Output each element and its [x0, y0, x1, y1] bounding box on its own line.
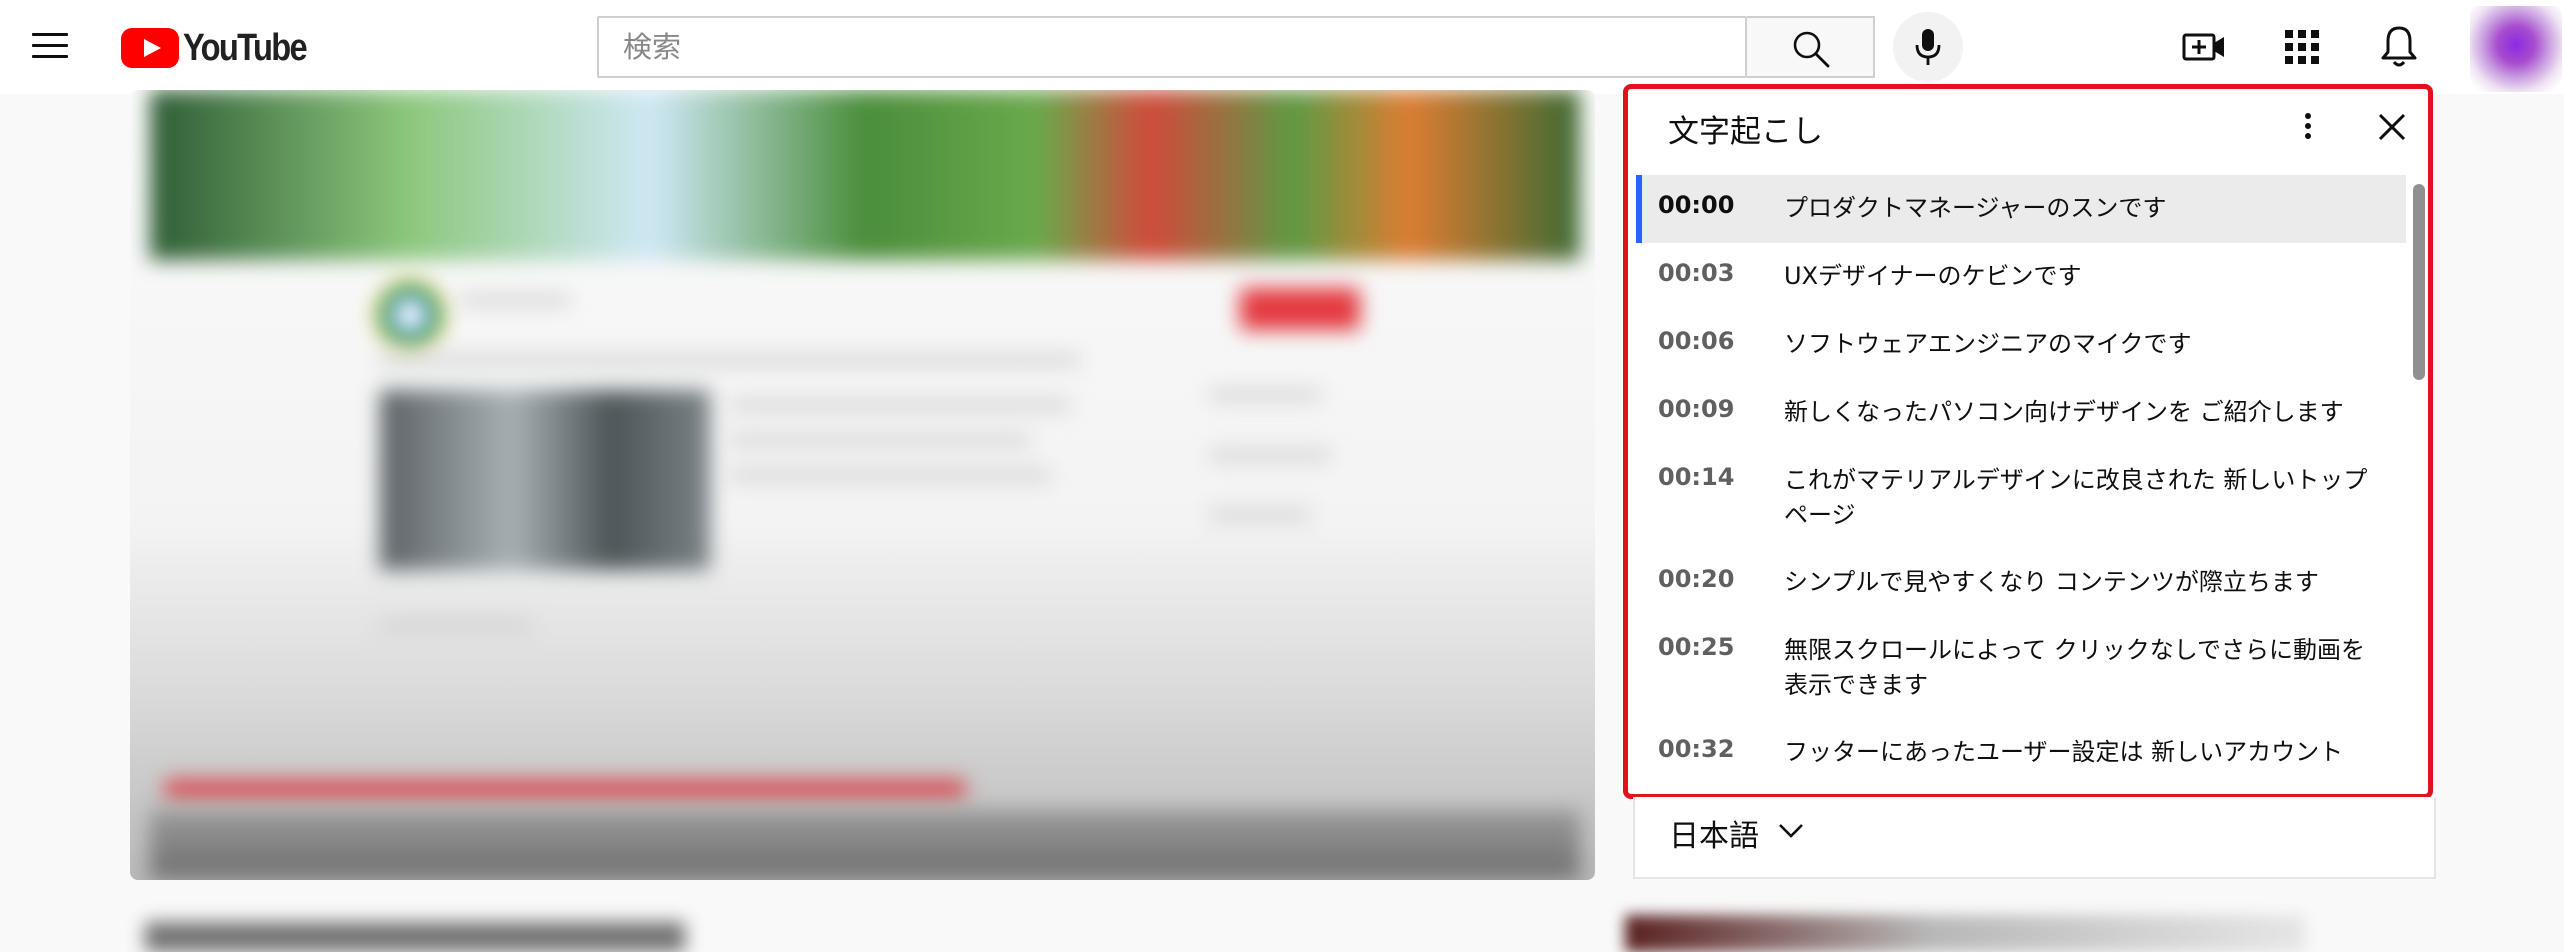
segment-timestamp: 00:25: [1658, 633, 1735, 661]
bell-icon: [2381, 26, 2417, 67]
search-input[interactable]: [599, 18, 1749, 76]
blurred-recommendation: [1625, 915, 2305, 952]
apps-button[interactable]: [2277, 22, 2327, 72]
segment-timestamp: 00:32: [1658, 735, 1735, 763]
video-add-icon: [2182, 33, 2224, 61]
segment-text: シンプルで見やすくなり コンテンツが際立ちます: [1784, 568, 2319, 596]
logo-text: YouTube: [183, 26, 308, 69]
notifications-button[interactable]: [2374, 22, 2424, 72]
segment-timestamp: 00:03: [1658, 259, 1735, 287]
transcript-scrollbar[interactable]: [2413, 184, 2425, 380]
segment-text: フッターにあったユーザー設定は 新しいアカウント: [1784, 738, 2344, 766]
blurred-text: [730, 470, 1050, 480]
masthead: YouTube: [0, 0, 2564, 94]
transcript-segment[interactable]: 00:20 シンプルで見やすくなり コンテンツが際立ちます: [1636, 549, 2406, 617]
segment-timestamp: 00:00: [1658, 191, 1735, 219]
segment-timestamp: 00:14: [1658, 463, 1735, 491]
segment-text: 新しくなったパソコン向けデザインを ご紹介します: [1784, 398, 2344, 426]
transcript-segments: 00:00 プロダクトマネージャーのスンです 00:03 UXデザイナーのケビン…: [1628, 175, 2428, 794]
segment-text: プロダクトマネージャーのスンです: [1784, 194, 2167, 222]
blurred-text: [730, 435, 1030, 445]
segment-timestamp: 00:20: [1658, 565, 1735, 593]
blurred-subscribe: [1240, 288, 1360, 330]
blurred-thumbnail: [380, 390, 710, 570]
menu-icon[interactable]: [28, 24, 72, 68]
blurred-text: [1210, 510, 1310, 520]
transcript-segment[interactable]: 00:25 無限スクロールによって クリックなしでさらに動画を表示できます: [1636, 617, 2406, 719]
blurred-text: [460, 295, 570, 305]
close-icon: [2378, 113, 2406, 141]
search-button[interactable]: [1747, 16, 1875, 78]
segment-text: これがマテリアルデザインに改良された 新しいトップページ: [1784, 466, 2368, 529]
youtube-logo[interactable]: YouTube: [121, 26, 326, 69]
avatar[interactable]: [2470, 6, 2562, 92]
segment-text: UXデザイナーのケビンです: [1784, 262, 2082, 290]
more-vert-icon[interactable]: [2288, 103, 2328, 149]
close-button[interactable]: [2372, 107, 2412, 147]
create-button[interactable]: [2180, 22, 2230, 72]
blurred-video-title: [145, 922, 685, 952]
language-selector[interactable]: 日本語: [1633, 797, 2436, 879]
language-label: 日本語: [1669, 819, 1759, 854]
blurred-text: [730, 400, 1070, 410]
search-icon: [1793, 31, 1830, 68]
blurred-text: [1210, 450, 1330, 460]
transcript-segment[interactable]: 00:14 これがマテリアルデザインに改良された 新しいトップページ: [1636, 447, 2406, 549]
segment-timestamp: 00:09: [1658, 395, 1735, 423]
transcript-segment[interactable]: 00:06 ソフトウェアエンジニアのマイクです: [1636, 311, 2406, 379]
apps-grid-icon: [2285, 30, 2319, 64]
blurred-banner: [150, 90, 1580, 260]
transcript-segment[interactable]: 00:00 プロダクトマネージャーのスンです: [1636, 175, 2406, 243]
youtube-play-icon: [121, 28, 179, 68]
blurred-text: [380, 355, 1080, 365]
transcript-segment[interactable]: 00:03 UXデザイナーのケビンです: [1636, 243, 2406, 311]
blurred-progress: [165, 780, 965, 798]
blurred-channel-icon: [375, 280, 445, 350]
transcript-segment[interactable]: 00:09 新しくなったパソコン向けデザインを ご紹介します: [1636, 379, 2406, 447]
voice-search-button[interactable]: [1893, 12, 1963, 82]
transcript-panel: 文字起こし 00:00 プロダクトマネージャーのスンです 00:03 UXデザイ…: [1623, 84, 2433, 799]
blurred-text: [380, 620, 530, 630]
blurred-controls: [150, 810, 1580, 880]
transcript-title: 文字起こし: [1668, 114, 1823, 150]
transcript-segment[interactable]: 00:32 フッターにあったユーザー設定は 新しいアカウント: [1636, 719, 2406, 794]
video-player[interactable]: [130, 90, 1595, 880]
search-box: [597, 16, 1749, 78]
segment-timestamp: 00:06: [1658, 327, 1735, 355]
segment-text: 無限スクロールによって クリックなしでさらに動画を表示できます: [1784, 636, 2365, 699]
chevron-down-icon: [1779, 824, 1803, 838]
segment-text: ソフトウェアエンジニアのマイクです: [1784, 330, 2192, 358]
microphone-icon: [1915, 29, 1941, 65]
blurred-text: [1210, 390, 1320, 400]
